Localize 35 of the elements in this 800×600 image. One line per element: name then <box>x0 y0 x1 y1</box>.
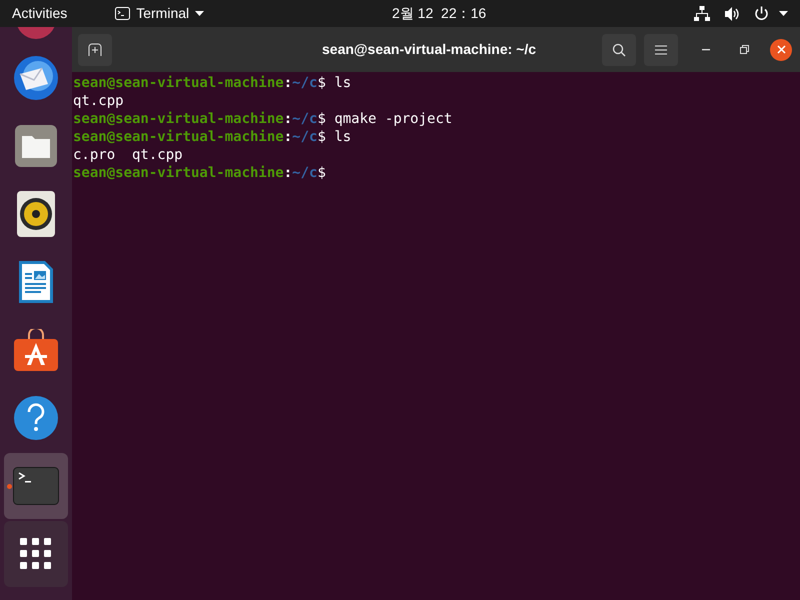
prompt-line: sean@sean-virtual-machine:~/c$ qmake -project <box>73 110 452 128</box>
menu-button[interactable] <box>644 34 678 66</box>
caret-icon[interactable] <box>779 10 788 16</box>
shopping-bag-icon[interactable] <box>13 329 59 371</box>
mail-bird-icon[interactable] <box>12 54 60 102</box>
volume-icon[interactable] <box>724 6 740 20</box>
dock-item[interactable] <box>4 521 68 587</box>
app-icon[interactable] <box>16 27 56 41</box>
window-title: sean@sean-virtual-machine: ~/c <box>322 40 536 59</box>
menu-icon <box>655 44 667 54</box>
search-icon <box>612 42 626 56</box>
search-button[interactable] <box>602 34 636 66</box>
folder-icon[interactable] <box>14 124 58 168</box>
speaker-icon[interactable] <box>17 191 55 237</box>
terminal-icon <box>115 7 130 20</box>
document-icon[interactable] <box>17 259 55 305</box>
activities-button[interactable]: Activities <box>12 3 68 24</box>
restore-icon <box>740 45 748 54</box>
close-button[interactable] <box>770 38 792 60</box>
new-tab-icon <box>88 43 102 56</box>
power-icon[interactable] <box>754 6 769 21</box>
caret-icon <box>195 10 204 16</box>
prompt-line: sean@sean-virtual-machine:~/c$ ls <box>73 128 352 146</box>
output-line: qt.cpp <box>73 92 124 110</box>
clock[interactable]: 2월 12 22：16 <box>392 3 486 24</box>
prompt-line: sean@sean-virtual-machine:~/c$ ls <box>73 74 352 92</box>
app-menu[interactable]: Terminal <box>115 3 204 24</box>
output-line: c.pro qt.cpp <box>73 146 183 164</box>
prompt-line: sean@sean-virtual-machine:~/c$ <box>73 164 326 182</box>
new-tab-button[interactable] <box>78 34 112 66</box>
minimize-icon <box>702 48 710 50</box>
network-icon[interactable] <box>694 6 710 21</box>
app-grid-icon[interactable] <box>20 538 52 570</box>
help-icon[interactable] <box>13 395 59 441</box>
close-icon <box>776 45 786 54</box>
